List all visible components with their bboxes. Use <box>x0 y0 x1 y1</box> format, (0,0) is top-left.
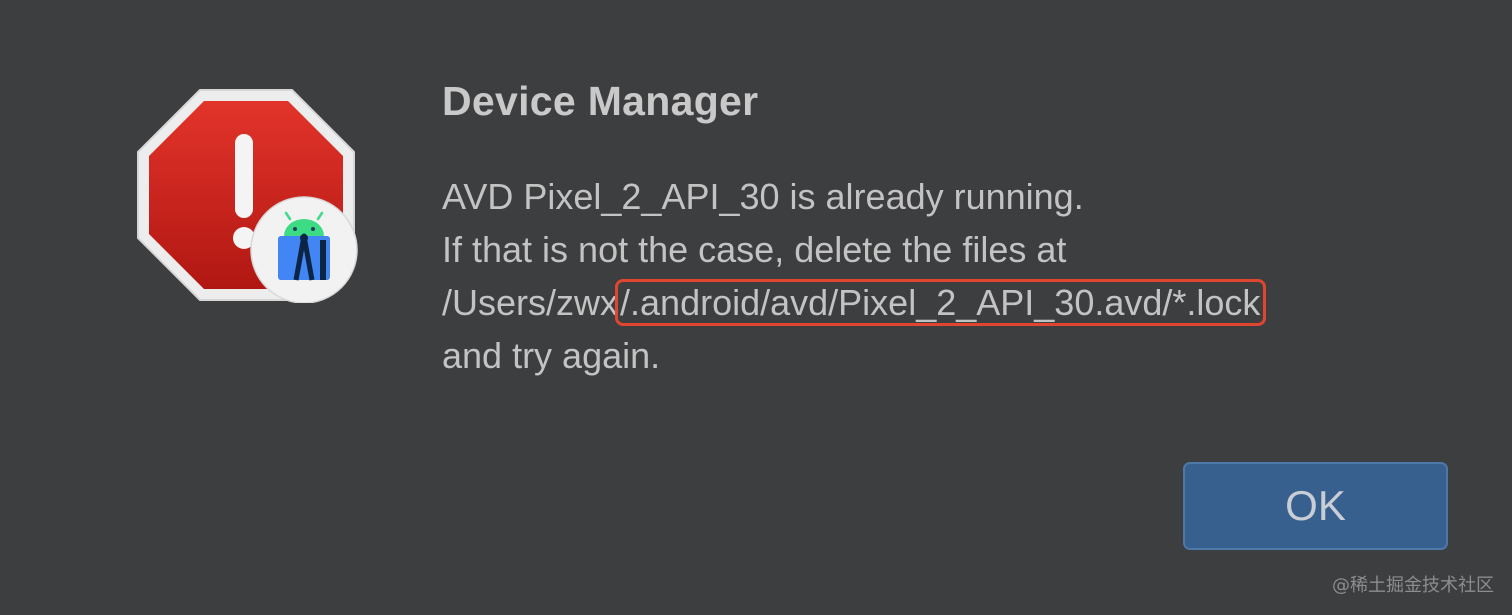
ok-button[interactable]: OK <box>1183 462 1448 550</box>
dialog-message: AVD Pixel_2_API_30 is already running. I… <box>442 170 1267 382</box>
message-line: AVD Pixel_2_API_30 is already running. <box>442 176 1084 217</box>
stop-sign-exclamation-icon <box>137 89 358 303</box>
message-line: If that is not the case, delete the file… <box>442 229 1067 270</box>
message-line: and try again. <box>442 335 661 376</box>
android-studio-icon <box>250 196 358 303</box>
path-prefix: /Users/zwx <box>442 282 619 323</box>
dialog-title: Device Manager <box>442 78 759 124</box>
message-path-line: /Users/zwx/.android/avd/Pixel_2_API_30.a… <box>442 276 1267 329</box>
highlighted-lock-path: /.android/avd/Pixel_2_API_30.avd/*.lock <box>615 279 1267 326</box>
watermark: @稀土掘金技术社区 <box>1332 575 1494 596</box>
alert-dialog: Device Manager AVD Pixel_2_API_30 is alr… <box>0 0 1512 615</box>
